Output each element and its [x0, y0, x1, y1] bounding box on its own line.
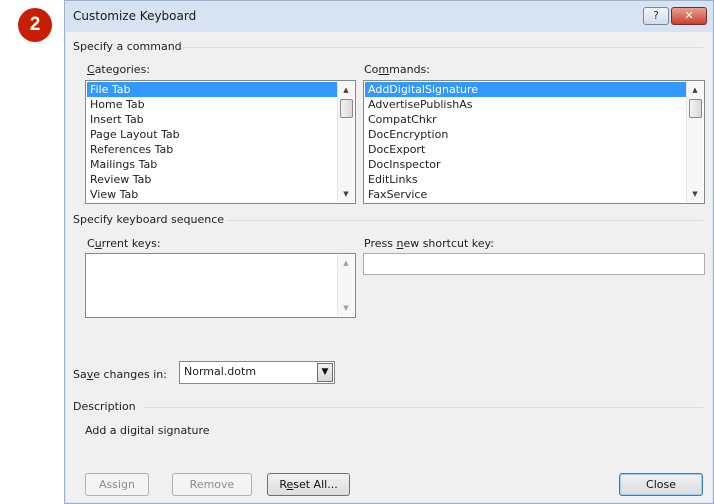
- categories-item-view-tab[interactable]: View Tab: [87, 187, 338, 202]
- commands-item-docencryption[interactable]: DocEncryption: [365, 127, 687, 142]
- categories-item-mailings-tab[interactable]: Mailings Tab: [87, 157, 338, 172]
- categories-item-file-tab[interactable]: File Tab: [87, 82, 338, 97]
- categories-item-insert-tab[interactable]: Insert Tab: [87, 112, 338, 127]
- commands-item-adddigitalsignature[interactable]: AddDigitalSignature: [365, 82, 687, 97]
- categories-scrollbar[interactable]: ▲ ▼: [337, 82, 354, 202]
- scroll-up-icon[interactable]: ▲: [338, 255, 354, 271]
- commands-item-editlinks[interactable]: EditLinks: [365, 172, 687, 187]
- commands-item-docexport[interactable]: DocExport: [365, 142, 687, 157]
- description-text: Add a digital signature: [85, 424, 210, 437]
- assign-button[interactable]: Assign: [85, 473, 149, 496]
- current-keys-scrollbar[interactable]: ▲ ▼: [337, 255, 354, 316]
- categories-label: Categories:: [87, 63, 151, 76]
- scroll-thumb[interactable]: [689, 99, 702, 118]
- scroll-down-icon[interactable]: ▼: [338, 186, 354, 202]
- group-divider: [183, 47, 703, 48]
- customize-keyboard-dialog: Customize Keyboard ? ✕ Specify a command…: [64, 0, 714, 504]
- reset-all-button[interactable]: Reset All...: [267, 473, 350, 496]
- group-divider: [143, 407, 703, 408]
- scroll-thumb[interactable]: [340, 99, 353, 118]
- scroll-down-icon[interactable]: ▼: [338, 300, 354, 316]
- step-number-badge: 2: [18, 8, 52, 42]
- remove-button[interactable]: Remove: [172, 473, 252, 496]
- categories-item-references-tab[interactable]: References Tab: [87, 142, 338, 157]
- scroll-up-icon[interactable]: ▲: [687, 82, 703, 98]
- commands-item-faxservice[interactable]: FaxService: [365, 187, 687, 202]
- save-changes-select[interactable]: Normal.dotm ▼: [179, 361, 335, 384]
- scroll-down-icon[interactable]: ▼: [687, 186, 703, 202]
- commands-label: Commands:: [364, 63, 430, 76]
- commands-listbox[interactable]: AddDigitalSignature AdvertisePublishAs C…: [363, 80, 705, 204]
- commands-item-advertisepublishas[interactable]: AdvertisePublishAs: [365, 97, 687, 112]
- current-keys-label: Current keys:: [87, 237, 161, 250]
- commands-item-docinspector[interactable]: DocInspector: [365, 157, 687, 172]
- save-changes-label: Save changes in:: [73, 368, 167, 381]
- title-bar: Customize Keyboard ? ✕: [65, 1, 713, 32]
- commands-list: AddDigitalSignature AdvertisePublishAs C…: [365, 82, 687, 202]
- categories-listbox[interactable]: File Tab Home Tab Insert Tab Page Layout…: [85, 80, 356, 204]
- specify-command-group-label: Specify a command: [73, 40, 182, 53]
- help-button[interactable]: ?: [643, 7, 669, 25]
- commands-item-compatchkr[interactable]: CompatChkr: [365, 112, 687, 127]
- dialog-title: Customize Keyboard: [73, 9, 197, 23]
- close-window-button[interactable]: ✕: [671, 7, 707, 25]
- categories-item-page-layout-tab[interactable]: Page Layout Tab: [87, 127, 338, 142]
- close-button[interactable]: Close: [619, 473, 703, 496]
- new-shortcut-input[interactable]: [363, 253, 705, 275]
- dialog-body: Specify a command Categories: File Tab H…: [66, 32, 712, 502]
- current-keys-listbox[interactable]: ▲ ▼: [85, 253, 356, 318]
- categories-item-home-tab[interactable]: Home Tab: [87, 97, 338, 112]
- categories-list: File Tab Home Tab Insert Tab Page Layout…: [87, 82, 338, 202]
- group-divider: [228, 220, 703, 221]
- commands-scrollbar[interactable]: ▲ ▼: [686, 82, 703, 202]
- keyboard-sequence-group-label: Specify keyboard sequence: [73, 213, 225, 226]
- new-shortcut-label: Press new shortcut key:: [364, 237, 494, 250]
- save-changes-value: Normal.dotm: [184, 365, 257, 378]
- chevron-down-icon[interactable]: ▼: [317, 363, 333, 382]
- scroll-up-icon[interactable]: ▲: [338, 82, 354, 98]
- description-group-label: Description: [73, 400, 136, 413]
- categories-item-review-tab[interactable]: Review Tab: [87, 172, 338, 187]
